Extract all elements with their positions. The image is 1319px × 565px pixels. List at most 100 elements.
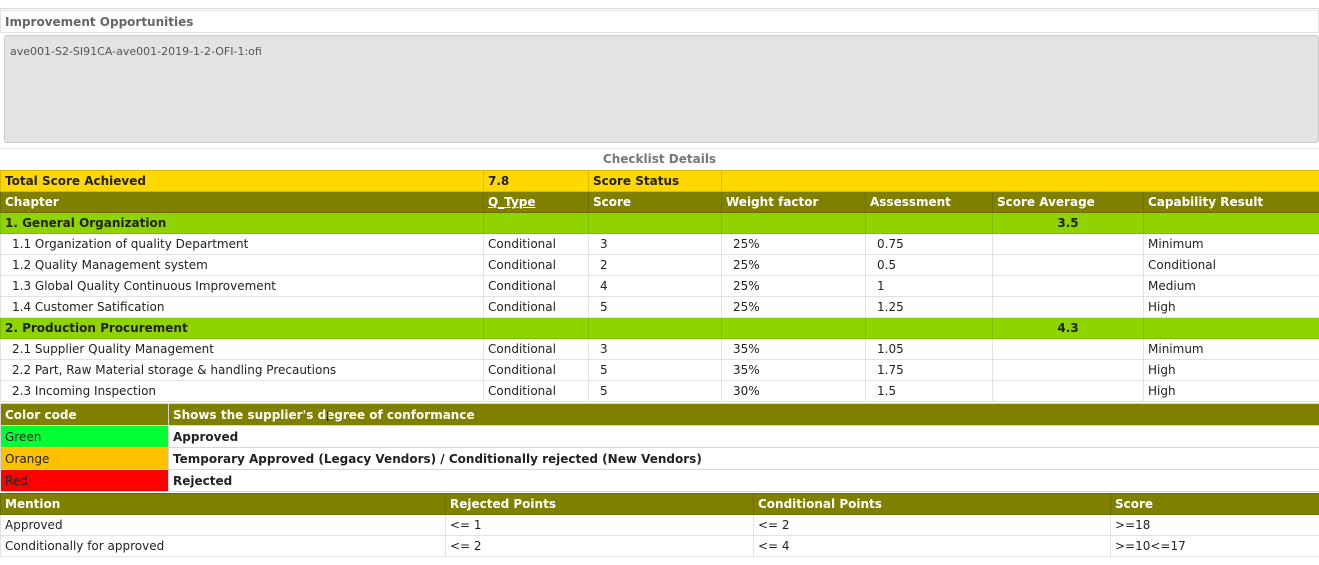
improvement-opportunities-title: Improvement Opportunities	[5, 15, 194, 29]
col-mention-score: Score	[1110, 493, 1319, 515]
row-weight: 30%	[721, 380, 866, 402]
legend-swatch-orange: Orange	[0, 447, 169, 470]
row-score: 5	[588, 359, 722, 381]
table-row: 2.3 Incoming Inspection Conditional 5 30…	[0, 380, 1319, 402]
table-row: Conditionally for approved <= 2 <= 4 >=1…	[0, 535, 1319, 557]
legend-desc-orange: Temporary Approved (Legacy Vendors) / Co…	[168, 447, 1319, 470]
row-weight: 35%	[721, 338, 866, 360]
row-chapter: 1.1 Organization of quality Department	[0, 233, 484, 255]
row-weight: 25%	[721, 275, 866, 297]
checklist-details-title: Checklist Details	[0, 148, 1319, 170]
mention-rejected: <= 2	[445, 535, 754, 557]
row-qtype: Conditional	[483, 338, 589, 360]
col-rejected-points: Rejected Points	[445, 493, 754, 515]
legend-swatch-green: Green	[0, 425, 169, 448]
mention-table: Mention Rejected Points Conditional Poin…	[0, 493, 1319, 557]
col-chapter: Chapter	[0, 191, 484, 213]
color-code-legend-table: Color code Shows the supplier's degree o…	[0, 403, 1319, 492]
legend-header-row: Color code Shows the supplier's degree o…	[0, 403, 1319, 426]
legend-color-code-label: Color code	[0, 403, 169, 426]
text-cursor-icon: I	[326, 410, 330, 424]
mention-label: Approved	[0, 514, 446, 536]
table-row: 1.2 Quality Management system Conditiona…	[0, 254, 1319, 276]
row-result: Conditional	[1143, 254, 1319, 276]
row-average	[992, 338, 1144, 360]
mention-conditional: <= 2	[753, 514, 1111, 536]
row-average	[992, 296, 1144, 318]
table-row: 2.2 Part, Raw Material storage & handlin…	[0, 359, 1319, 381]
row-score: 5	[588, 380, 722, 402]
row-assessment: 1	[865, 275, 993, 297]
table-row: Approved <= 1 <= 2 >=18	[0, 514, 1319, 536]
row-qtype: Conditional	[483, 359, 589, 381]
col-weight-factor: Weight factor	[721, 191, 866, 213]
chapter-average: 3.5	[992, 212, 1144, 234]
row-result: High	[1143, 296, 1319, 318]
col-conditional-points: Conditional Points	[753, 493, 1111, 515]
row-chapter: 1.2 Quality Management system	[0, 254, 484, 276]
row-score: 5	[588, 296, 722, 318]
row-average	[992, 359, 1144, 381]
checklist-table: Total Score Achieved 7.8 Score Status Ch…	[0, 170, 1319, 402]
row-qtype: Conditional	[483, 254, 589, 276]
score-status-value	[721, 170, 1319, 192]
row-assessment: 1.75	[865, 359, 993, 381]
row-average	[992, 275, 1144, 297]
row-assessment: 1.05	[865, 338, 993, 360]
legend-swatch-red: Red	[0, 469, 169, 492]
col-assessment: Assessment	[865, 191, 993, 213]
mention-header-row: Mention Rejected Points Conditional Poin…	[0, 493, 1319, 515]
row-qtype: Conditional	[483, 275, 589, 297]
row-score: 4	[588, 275, 722, 297]
col-mention: Mention	[0, 493, 446, 515]
table-row: 1.3 Global Quality Continuous Improvemen…	[0, 275, 1319, 297]
row-chapter: 2.1 Supplier Quality Management	[0, 338, 484, 360]
col-score: Score	[588, 191, 722, 213]
row-assessment: 1.5	[865, 380, 993, 402]
row-result: Minimum	[1143, 233, 1319, 255]
row-score: 3	[588, 338, 722, 360]
mention-score: >=18	[1110, 514, 1319, 536]
row-result: High	[1143, 380, 1319, 402]
chapter-row: 2. Production Procurement 4.3	[0, 317, 1319, 339]
improvement-opportunities-header: Improvement Opportunities	[0, 10, 1319, 33]
row-qtype: Conditional	[483, 296, 589, 318]
row-weight: 35%	[721, 359, 866, 381]
row-assessment: 1.25	[865, 296, 993, 318]
row-chapter: 2.2 Part, Raw Material storage & handlin…	[0, 359, 484, 381]
table-row: 2.1 Supplier Quality Management Conditio…	[0, 338, 1319, 360]
improvement-opportunities-textarea[interactable]: ave001-S2-SI91CA-ave001-2019-1-2-OFI-1:o…	[4, 35, 1319, 143]
legend-desc-red: Rejected	[168, 469, 1319, 492]
chapter-title: 1. General Organization	[0, 212, 484, 234]
legend-row-orange: Orange Temporary Approved (Legacy Vendor…	[0, 447, 1319, 470]
row-average	[992, 254, 1144, 276]
row-chapter: 2.3 Incoming Inspection	[0, 380, 484, 402]
chapter-row: 1. General Organization 3.5	[0, 212, 1319, 234]
table-row: 1.1 Organization of quality Department C…	[0, 233, 1319, 255]
total-score-label: Total Score Achieved	[0, 170, 484, 192]
row-qtype: Conditional	[483, 380, 589, 402]
legend-row-red: Red Rejected	[0, 469, 1319, 492]
chapter-title: 2. Production Procurement	[0, 317, 484, 339]
row-assessment: 0.75	[865, 233, 993, 255]
legend-row-green: Green Approved	[0, 425, 1319, 448]
score-status-label: Score Status	[588, 170, 722, 192]
legend-conformance-label: Shows the supplier's degree of conforman…	[168, 403, 1319, 426]
row-score: 2	[588, 254, 722, 276]
row-weight: 25%	[721, 254, 866, 276]
row-result: High	[1143, 359, 1319, 381]
mention-rejected: <= 1	[445, 514, 754, 536]
row-weight: 25%	[721, 233, 866, 255]
row-chapter: 1.3 Global Quality Continuous Improvemen…	[0, 275, 484, 297]
col-capability-result: Capability Result	[1143, 191, 1319, 213]
row-result: Medium	[1143, 275, 1319, 297]
mention-score: >=10<=17	[1110, 535, 1319, 557]
row-average	[992, 233, 1144, 255]
total-score-row: Total Score Achieved 7.8 Score Status	[0, 170, 1319, 192]
mention-conditional: <= 4	[753, 535, 1111, 557]
row-average	[992, 380, 1144, 402]
row-qtype: Conditional	[483, 233, 589, 255]
table-row: 1.4 Customer Satification Conditional 5 …	[0, 296, 1319, 318]
col-qtype: Q_Type	[483, 191, 589, 213]
checklist-header-row: Chapter Q_Type Score Weight factor Asses…	[0, 191, 1319, 213]
